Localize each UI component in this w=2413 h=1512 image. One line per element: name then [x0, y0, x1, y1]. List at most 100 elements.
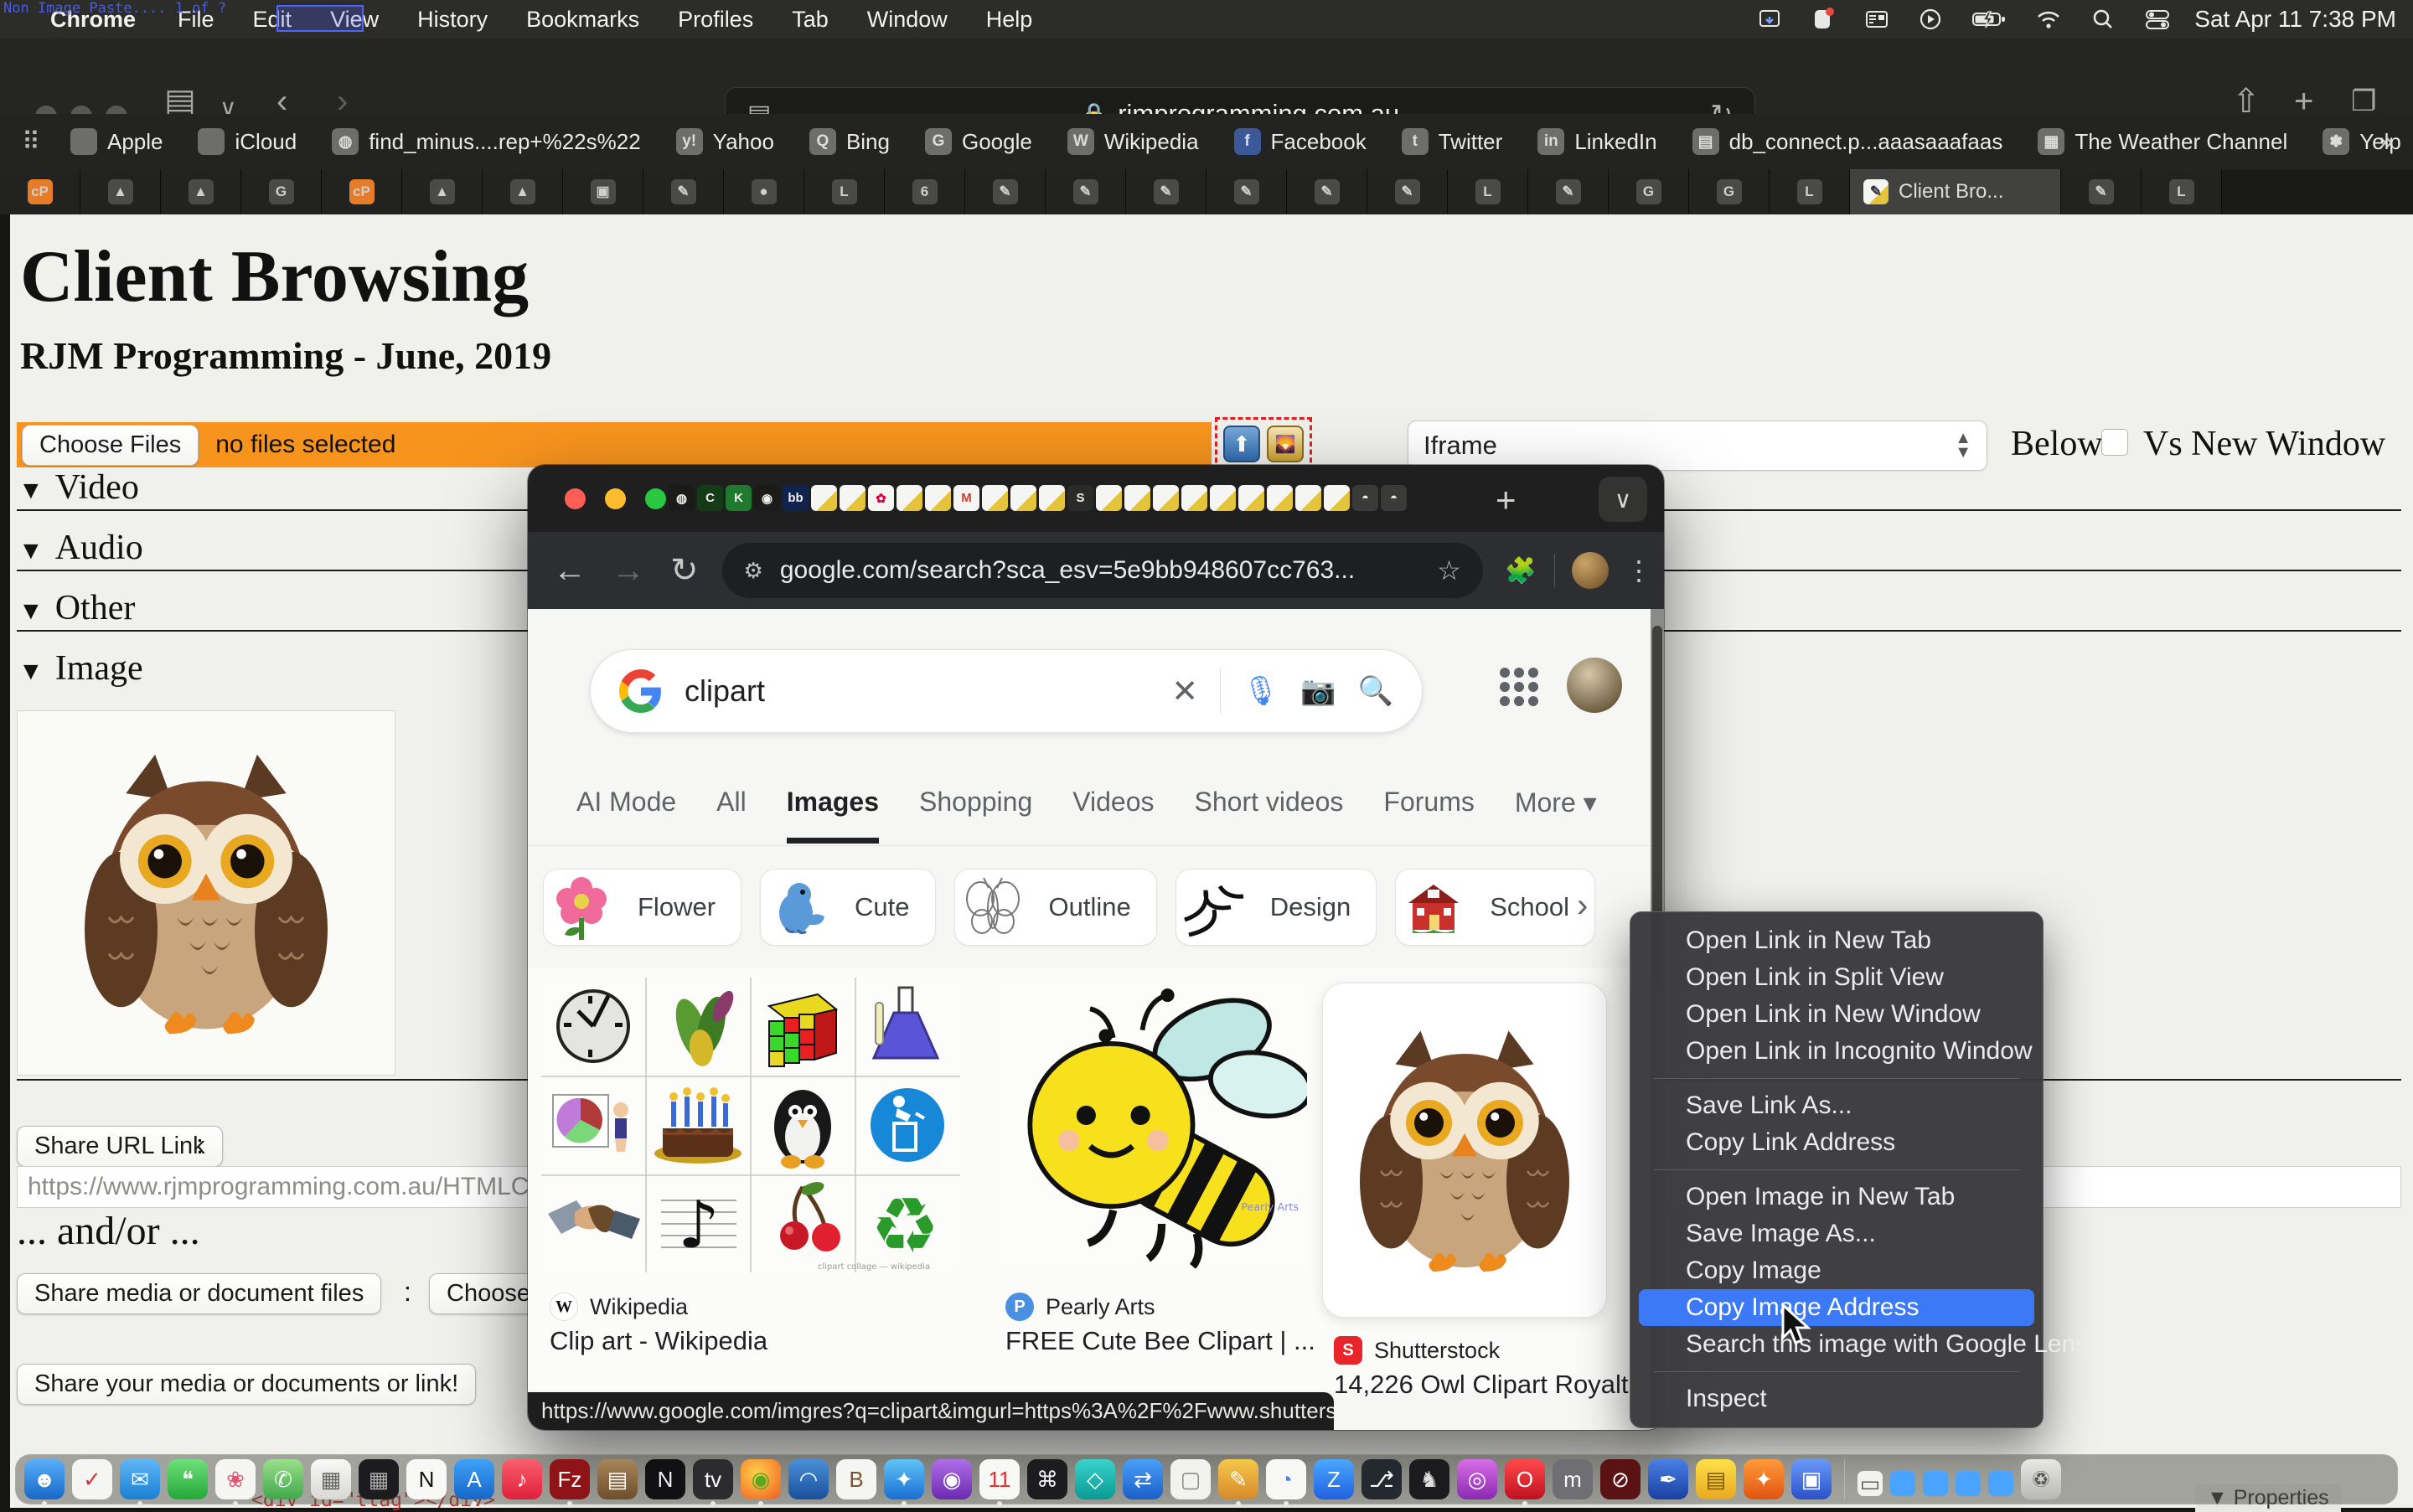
- bookmark-item[interactable]: W Wikipedia: [1067, 128, 1199, 155]
- active-tab[interactable]: ✎ Client Bro...: [1850, 169, 2061, 214]
- share-submit-button[interactable]: Share your media or documents or link!: [17, 1364, 476, 1405]
- chip-outline[interactable]: Outline: [954, 869, 1157, 946]
- dock-icon[interactable]: O: [1505, 1459, 1545, 1499]
- dock-icon[interactable]: ▤: [1696, 1459, 1736, 1499]
- keystroke-window-icon[interactable]: [1864, 7, 1889, 32]
- dock-icon[interactable]: Fz: [550, 1459, 590, 1499]
- dock-icon[interactable]: ✎: [1218, 1459, 1258, 1499]
- inner-tab-favicon[interactable]: [1210, 485, 1236, 511]
- browser-tab[interactable]: cP: [322, 169, 402, 214]
- dock-icon[interactable]: ◠: [788, 1459, 829, 1499]
- menu-item[interactable]: Profiles: [678, 7, 753, 33]
- result3-source[interactable]: S Shutterstock: [1334, 1336, 1500, 1365]
- lens-search-icon[interactable]: 📷: [1300, 674, 1336, 708]
- context-menu-item[interactable]: Open Link in Split View: [1639, 959, 2034, 996]
- browser-tab[interactable]: ▣: [563, 169, 643, 214]
- control-center-icon[interactable]: [2144, 7, 2171, 32]
- menu-item[interactable]: Bookmarks: [526, 7, 639, 33]
- voice-search-icon[interactable]: 🎙: [1243, 674, 1279, 708]
- dock-icon[interactable]: [1923, 1471, 1948, 1496]
- inner-tab-search-icon[interactable]: ∨: [1599, 477, 1647, 522]
- search-query-text[interactable]: clipart: [685, 673, 1171, 709]
- apps-grid-icon[interactable]: ⠿: [22, 127, 42, 157]
- bookmark-star-icon[interactable]: ☆: [1437, 555, 1461, 586]
- bookmark-item[interactable]: ▤ db_connect.p...aaasaaafaas: [1692, 128, 2003, 155]
- inner-tab-favicon[interactable]: [1295, 485, 1321, 511]
- play-status-icon[interactable]: [1918, 7, 1943, 32]
- result-tab[interactable]: Short videos: [1195, 787, 1344, 844]
- dock-icon[interactable]: m: [1553, 1459, 1593, 1499]
- bookmark-item[interactable]: f Facebook: [1234, 128, 1367, 155]
- inner-tab-favicon[interactable]: S: [1067, 485, 1093, 511]
- dock-icon[interactable]: ⊘: [1600, 1459, 1641, 1499]
- dock-icon[interactable]: B: [836, 1459, 876, 1499]
- section-video[interactable]: ▼Video: [18, 467, 139, 508]
- menu-item[interactable]: Help: [986, 7, 1033, 33]
- dock-icon[interactable]: ❝: [168, 1459, 208, 1499]
- section-image[interactable]: ▼Image: [18, 648, 143, 689]
- browser-tab[interactable]: ✎: [1046, 169, 1126, 214]
- inner-minimize-button[interactable]: [605, 488, 626, 509]
- inner-tab-favicon[interactable]: [1324, 485, 1350, 511]
- menu-item[interactable]: Tab: [792, 7, 829, 33]
- bookmark-item[interactable]: Apple: [70, 128, 163, 155]
- dock-icon[interactable]: N: [406, 1459, 447, 1499]
- battery-icon[interactable]: [1971, 7, 2007, 32]
- browser-tab[interactable]: ✎: [1367, 169, 1448, 214]
- dock-icon[interactable]: ✒: [1648, 1459, 1688, 1499]
- dock-icon[interactable]: tv: [693, 1459, 733, 1499]
- menu-bar-clock[interactable]: Sat Apr 11 7:38 PM: [2194, 6, 2396, 33]
- google-apps-icon[interactable]: [1500, 668, 1538, 706]
- context-menu-item[interactable]: Search this image with Google Lens: [1639, 1326, 2034, 1363]
- inner-tab-favicon[interactable]: [1181, 485, 1207, 511]
- inner-tab-favicon[interactable]: C: [697, 485, 723, 511]
- browser-tab[interactable]: cP: [0, 169, 80, 214]
- browser-tab[interactable]: ▲: [483, 169, 563, 214]
- inner-tab-favicon[interactable]: ✿: [868, 485, 894, 511]
- dock-icon[interactable]: ♞: [1409, 1459, 1449, 1499]
- inner-reload-icon[interactable]: ↻: [670, 551, 699, 590]
- inner-tab-favicon[interactable]: [1096, 485, 1122, 511]
- dock-icon[interactable]: [1956, 1471, 1981, 1496]
- context-menu-item[interactable]: Copy Image Address: [1639, 1289, 2034, 1326]
- browser-tab[interactable]: L: [1770, 169, 1850, 214]
- inner-tab-favicon[interactable]: [925, 485, 951, 511]
- context-menu-item[interactable]: Open Link in New Tab: [1639, 922, 2034, 959]
- dock-icon[interactable]: ✉: [120, 1459, 160, 1499]
- result-tab[interactable]: Images: [787, 787, 879, 844]
- google-avatar[interactable]: [1567, 658, 1622, 713]
- profile-avatar[interactable]: [1572, 552, 1609, 589]
- dock-icon[interactable]: [1890, 1471, 1915, 1496]
- result2-title[interactable]: FREE Cute Bee Clipart | ...: [1005, 1326, 1315, 1356]
- dock-icon[interactable]: ◇: [1075, 1459, 1115, 1499]
- menu-item[interactable]: Window: [867, 7, 948, 33]
- dock-icon[interactable]: ✓: [72, 1459, 112, 1499]
- dock-icon[interactable]: ▢: [1170, 1459, 1211, 1499]
- result-tab[interactable]: Shopping: [919, 787, 1032, 844]
- browser-tab[interactable]: ✎: [1206, 169, 1287, 214]
- bookmark-item[interactable]: t Twitter: [1402, 128, 1503, 155]
- inner-tab-favicon[interactable]: [1010, 485, 1036, 511]
- browser-tab[interactable]: ✎: [643, 169, 724, 214]
- section-audio[interactable]: ▼Audio: [18, 528, 143, 568]
- inner-tab-favicon[interactable]: bb: [783, 485, 809, 511]
- chip-cute[interactable]: Cute: [760, 869, 935, 946]
- browser-tab[interactable]: ✎: [965, 169, 1046, 214]
- result-image-owl[interactable]: [1322, 983, 1607, 1318]
- dock-icon[interactable]: ▭: [1858, 1471, 1883, 1496]
- inner-forward-icon[interactable]: →: [612, 552, 645, 590]
- context-menu-item[interactable]: Save Image As...: [1639, 1215, 2034, 1252]
- clear-search-icon[interactable]: ✕: [1171, 673, 1198, 710]
- result-tab[interactable]: Videos: [1072, 787, 1154, 844]
- dock-icon[interactable]: ⎇: [1362, 1459, 1402, 1499]
- dock-icon[interactable]: ⇄: [1123, 1459, 1163, 1499]
- inner-address-bar[interactable]: ⚙ google.com/search?sca_esv=5e9bb948607c…: [722, 543, 1483, 598]
- browser-tab[interactable]: ▲: [80, 169, 161, 214]
- browser-tab[interactable]: ✎: [1528, 169, 1609, 214]
- mail-app-status-icon[interactable]: [1811, 7, 1836, 32]
- dock-icon[interactable]: A: [454, 1459, 494, 1499]
- inner-tab-favicon[interactable]: [1267, 485, 1293, 511]
- dock-icon[interactable]: ▦: [311, 1459, 351, 1499]
- dock-icon[interactable]: ▤: [597, 1459, 638, 1499]
- dock-icon[interactable]: ✦: [1744, 1459, 1784, 1499]
